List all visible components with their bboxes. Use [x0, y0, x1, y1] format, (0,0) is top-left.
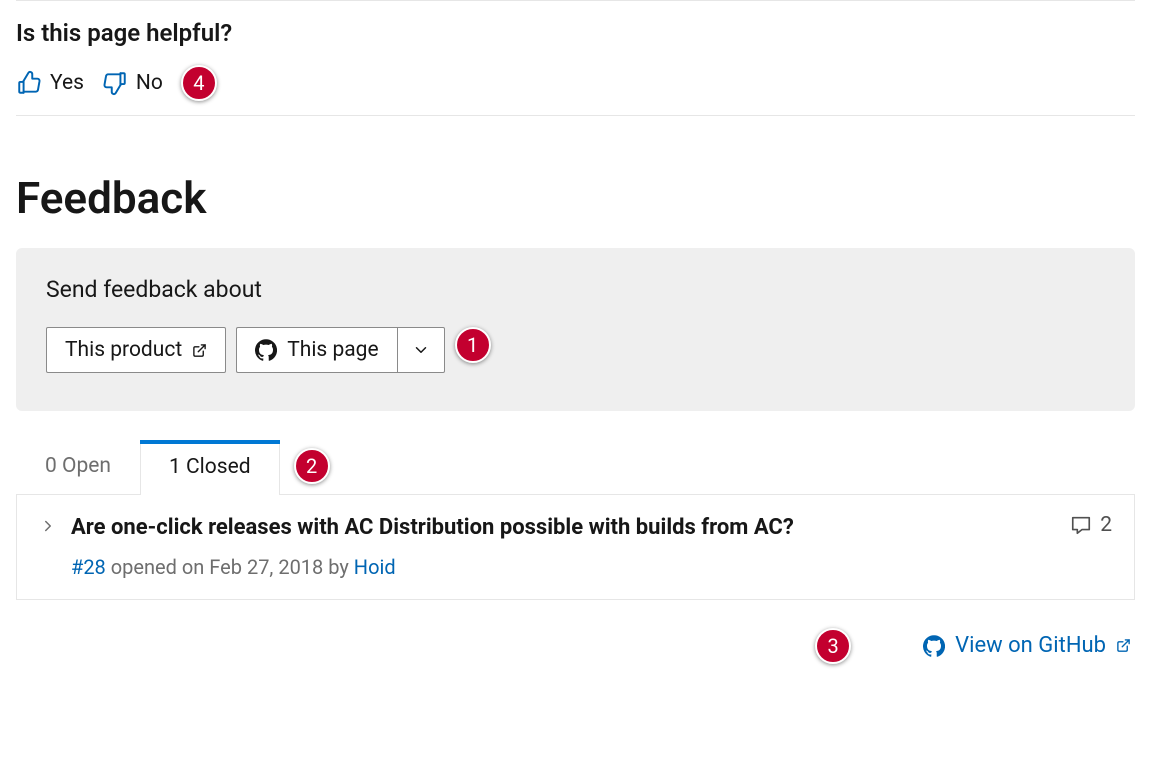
helpful-yes-button[interactable]: Yes [16, 70, 84, 96]
send-feedback-panel: Send feedback about This product This pa… [16, 248, 1135, 411]
feedback-heading: Feedback [16, 172, 1135, 224]
helpful-title: Is this page helpful? [16, 19, 1135, 47]
chevron-right-icon [39, 517, 57, 535]
github-icon [923, 635, 945, 657]
issues-tabs-container: 0 Open 1 Closed 2 Are one-click releases… [16, 439, 1135, 600]
issue-comments[interactable]: 2 [1070, 513, 1112, 537]
this-page-split-button: This page [236, 327, 444, 373]
issue-row: Are one-click releases with AC Distribut… [16, 495, 1135, 600]
tab-closed-label: 1 Closed [169, 455, 251, 479]
issue-number-link[interactable]: #28 [71, 555, 106, 579]
helpful-no-button[interactable]: No [102, 70, 163, 96]
external-link-icon [1116, 638, 1131, 653]
external-link-icon [192, 343, 207, 358]
github-icon [255, 339, 277, 361]
helpful-no-label: No [136, 71, 163, 95]
tab-closed[interactable]: 1 Closed [140, 440, 280, 495]
annotation-badge-4: 4 [181, 65, 217, 101]
thumbs-up-icon [16, 70, 42, 96]
annotation-badge-1: 1 [455, 327, 491, 363]
tab-open-label: 0 Open [45, 454, 111, 478]
helpful-yes-label: Yes [50, 71, 84, 95]
chevron-down-icon [412, 341, 430, 359]
issue-expand-toggle[interactable] [39, 513, 57, 535]
comment-count: 2 [1100, 513, 1112, 537]
feedback-button-row: This product This page 1 [46, 327, 1105, 373]
divider [16, 115, 1135, 116]
spacer [869, 628, 905, 664]
issue-title[interactable]: Are one-click releases with AC Distribut… [71, 513, 1056, 543]
thumbs-down-icon [102, 70, 128, 96]
view-on-github-link[interactable]: View on GitHub [923, 633, 1131, 658]
this-product-button[interactable]: This product [46, 327, 226, 373]
helpful-section: Is this page helpful? Yes No 4 [16, 1, 1135, 115]
this-page-dropdown-button[interactable] [397, 327, 445, 373]
send-feedback-label: Send feedback about [46, 276, 1105, 303]
annotation-badge-3: 3 [815, 628, 851, 664]
issue-meta: #28 opened on Feb 27, 2018 by Hoid [71, 555, 1056, 579]
this-product-label: This product [65, 338, 182, 362]
comment-icon [1070, 514, 1092, 536]
this-page-button[interactable]: This page [236, 327, 396, 373]
issue-body: Are one-click releases with AC Distribut… [71, 513, 1056, 579]
issues-tabs: 0 Open 1 Closed 2 [16, 439, 1135, 495]
footer-row: 3 View on GitHub [16, 600, 1135, 664]
annotation-badge-2: 2 [294, 448, 330, 484]
view-on-github-label: View on GitHub [955, 633, 1106, 658]
issue-author-link[interactable]: Hoid [354, 555, 396, 579]
issue-opened-text: opened on Feb 27, 2018 by [106, 555, 354, 579]
this-page-label: This page [287, 338, 378, 362]
tab-open[interactable]: 0 Open [16, 439, 140, 494]
helpful-buttons-row: Yes No 4 [16, 65, 1135, 101]
